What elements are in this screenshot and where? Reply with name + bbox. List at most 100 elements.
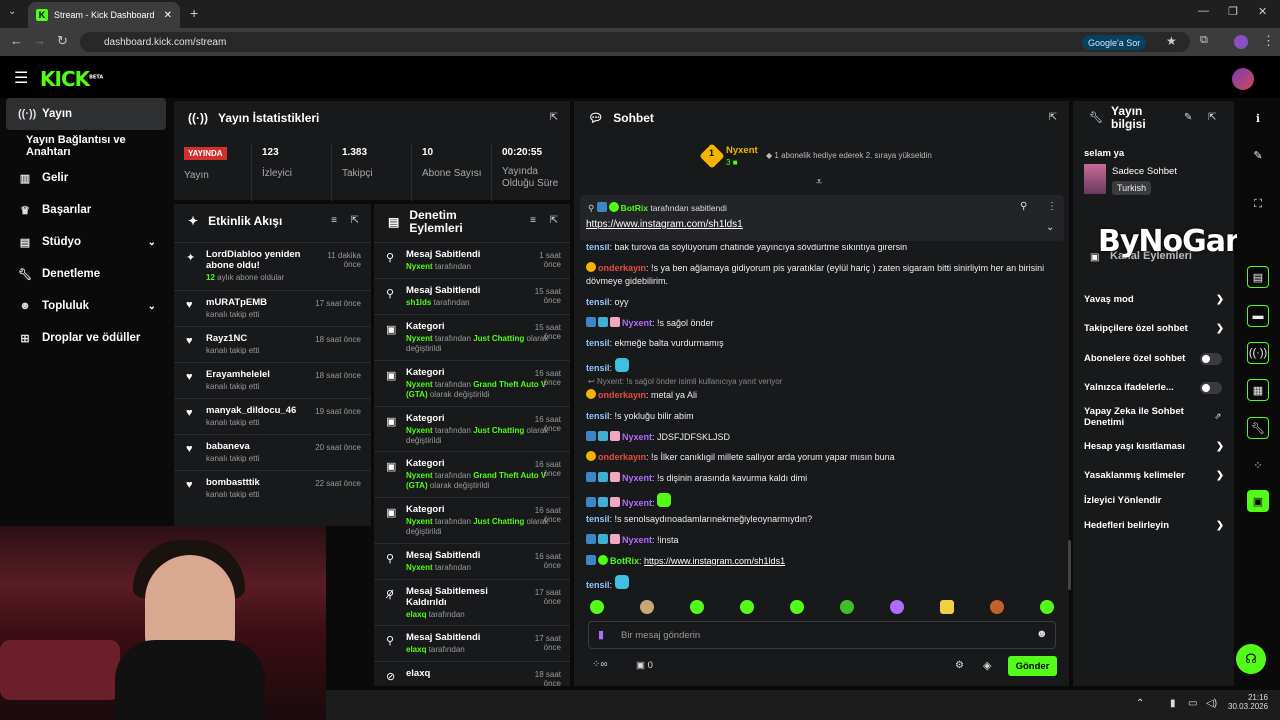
chat-username[interactable]: onderkayın — [598, 390, 646, 400]
action-emotes-only[interactable]: Yalnızca ifadelerle... — [1084, 381, 1224, 394]
volume-icon[interactable]: ◁) — [1206, 698, 1217, 709]
wrench-icon[interactable]: 🔧︎ — [1247, 417, 1269, 439]
filter-icon[interactable]: ≡ — [530, 215, 536, 226]
extension-icon[interactable]: ▣ — [1247, 490, 1269, 512]
action-followers-only[interactable]: Takipçilere özel sohbet ❯ — [1084, 323, 1224, 334]
channel-points-icon[interactable]: ⁘∞ — [592, 659, 608, 670]
chevron-down-icon[interactable]: ⌄ — [1046, 222, 1054, 233]
chat-bubble-icon[interactable]: ▬ — [1247, 305, 1269, 327]
chat-username[interactable]: tensil — [586, 514, 610, 524]
action-ai-moderation[interactable]: Yapay Zeka ile Sohbet Denetimi — [1084, 406, 1194, 428]
action-set-goals[interactable]: Hedefleri belirleyin ❯ — [1084, 520, 1224, 531]
pinned-link[interactable]: https://www.instagram.com/sh1lds1 — [586, 219, 743, 230]
chat-text[interactable]: https://www.instagram.com/sh1lds1 — [644, 556, 785, 566]
new-tab-icon[interactable]: + — [190, 5, 198, 21]
menu-dots-icon[interactable]: ⋮ — [1262, 33, 1275, 49]
chat-username[interactable]: Nyxent — [622, 318, 652, 328]
emote-icon[interactable] — [990, 600, 1004, 614]
bookmark-star-icon[interactable]: ★ — [1166, 34, 1177, 48]
extensions-icon[interactable]: ⧉ — [1200, 34, 1208, 47]
chat-username[interactable]: onderkayın — [598, 263, 646, 273]
send-button[interactable]: Gönder — [1008, 656, 1057, 676]
chat-username[interactable]: tensil — [586, 297, 610, 307]
capture-icon[interactable]: ⛶ — [1247, 193, 1269, 215]
popout-icon[interactable]: ⇱ — [550, 112, 558, 123]
collapse-icon[interactable]: ⩡ — [816, 176, 822, 189]
popout-icon[interactable]: ⇱ — [550, 215, 558, 226]
gift-user[interactable]: Nyxent — [726, 145, 758, 156]
tab-close-icon[interactable]: ✕ — [164, 10, 172, 21]
chat-username[interactable]: Nyxent — [622, 473, 652, 483]
chat-username[interactable]: Nyxent — [622, 432, 652, 442]
url-input[interactable]: dashboard.kick.com/stream — [80, 32, 1190, 52]
category-thumbnail[interactable] — [1084, 164, 1106, 194]
external-link-icon[interactable]: ⇗ — [1214, 411, 1222, 422]
chat-scrollbar[interactable] — [1068, 540, 1071, 590]
chat-username[interactable]: BotRix — [610, 556, 639, 566]
sidebar-item-gelir[interactable]: ▥ Gelir — [6, 162, 166, 194]
chat-username[interactable]: tensil — [586, 580, 610, 590]
sidebar-item-droplar[interactable]: ⊞ Droplar ve ödüller — [6, 322, 166, 354]
support-headset-icon[interactable]: ☊ — [1236, 644, 1266, 674]
emote-icon[interactable] — [790, 600, 804, 614]
emote-icon[interactable] — [1040, 600, 1054, 614]
profile-avatar[interactable] — [1234, 35, 1248, 49]
sidebar-item-denetleme[interactable]: 🔧︎ Denetleme — [6, 258, 166, 290]
minimize-icon[interactable]: — — [1198, 5, 1209, 17]
action-account-age[interactable]: Hesap yaşı kısıtlaması ❯ — [1084, 441, 1224, 452]
emote-icon[interactable] — [690, 600, 704, 614]
broadcast-icon[interactable]: ((·)) — [1247, 342, 1269, 364]
clock[interactable]: 21:16 30.03.2026 — [1228, 693, 1268, 711]
maximize-icon[interactable]: ❐ — [1228, 5, 1238, 18]
more-icon[interactable]: ⋮ — [1047, 201, 1057, 212]
emotes-only-toggle[interactable] — [1200, 381, 1222, 394]
info-icon[interactable]: ℹ — [1247, 107, 1269, 129]
forward-icon[interactable]: → — [33, 33, 46, 48]
reload-icon[interactable]: ↻ — [57, 33, 68, 49]
chat-username[interactable]: onderkayın — [598, 452, 646, 462]
emote-icon[interactable] — [740, 600, 754, 614]
mic-icon[interactable]: ▮ — [598, 628, 604, 641]
tab-list-icon[interactable]: ⌄ — [8, 6, 16, 17]
points-counter[interactable]: ▣ 0 — [636, 660, 653, 671]
action-slow-mode[interactable]: Yavaş mod ❯ — [1084, 294, 1224, 305]
mic-tray-icon[interactable]: ▮ — [1170, 698, 1176, 709]
emote-icon[interactable] — [890, 600, 904, 614]
sidebar-item-yayin[interactable]: ((·)) Yayın — [6, 98, 166, 130]
points-icon[interactable]: ⁘ — [1247, 454, 1269, 476]
user-avatar[interactable] — [1232, 68, 1254, 90]
chat-username[interactable]: Nyxent — [622, 498, 652, 508]
google-ask-button[interactable]: Google'a Sor — [1082, 35, 1147, 50]
sidebar-item-studyo[interactable]: ▤ Stüdyo ⌄ — [6, 226, 166, 258]
sidebar-item-stream-key[interactable]: Yayın Bağlantısı ve Anahtarı — [6, 130, 166, 162]
kick-logo[interactable]: KICKBETA — [40, 67, 103, 91]
hamburger-menu-icon[interactable]: ☰ — [14, 68, 28, 88]
popout-icon[interactable]: ⇱ — [1208, 112, 1216, 123]
chat-username[interactable]: tensil — [586, 338, 610, 348]
chat-username[interactable]: Nyxent — [622, 535, 652, 545]
document-icon[interactable]: ▤ — [1247, 266, 1269, 288]
action-subscribers-only[interactable]: Abonelere özel sohbet — [1084, 352, 1224, 365]
popout-icon[interactable]: ⇱ — [351, 215, 359, 226]
emote-icon[interactable] — [840, 600, 854, 614]
sidebar-item-topluluk[interactable]: ☻ Topluluk ⌄ — [6, 290, 166, 322]
popout-icon[interactable]: ⇱ — [1049, 112, 1057, 123]
window-close-icon[interactable]: ✕ — [1258, 5, 1267, 18]
action-host[interactable]: İzleyici Yönlendir — [1084, 495, 1224, 506]
settings-gear-icon[interactable]: ⚙ — [955, 660, 964, 671]
emote-icon[interactable] — [590, 600, 604, 614]
emote-icon[interactable] — [640, 600, 654, 614]
chat-username[interactable]: tensil — [586, 244, 610, 252]
stream-category[interactable]: Sadece Sohbet — [1112, 166, 1177, 177]
action-banned-words[interactable]: Yasaklanmış kelimeler ❯ — [1084, 470, 1224, 481]
stats-icon[interactable]: ▦ — [1247, 379, 1269, 401]
subscribers-only-toggle[interactable] — [1200, 352, 1222, 365]
emoji-icon[interactable]: ☻ — [1036, 628, 1048, 640]
edit-pencil-icon[interactable]: ✎ — [1247, 144, 1269, 166]
tray-chevron-icon[interactable]: ⌃ — [1136, 698, 1144, 709]
chat-username[interactable]: tensil — [586, 363, 610, 373]
pin-icon[interactable]: ⚲ — [1020, 201, 1027, 212]
emote-icon[interactable] — [940, 600, 954, 614]
sidebar-item-basarilar[interactable]: ♛ Başarılar — [6, 194, 166, 226]
back-icon[interactable]: ← — [10, 33, 23, 48]
